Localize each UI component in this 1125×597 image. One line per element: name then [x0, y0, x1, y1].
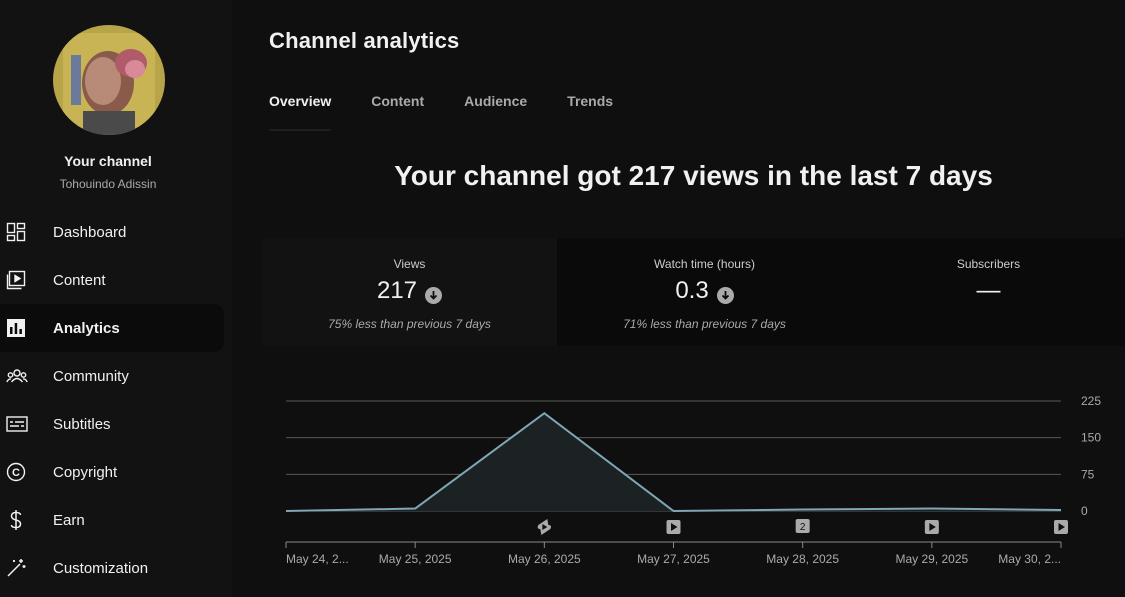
metric-comparison: 71% less than previous 7 days	[623, 317, 786, 331]
summary-headline: Your channel got 217 views in the last 7…	[394, 160, 993, 191]
metric-card-views[interactable]: Views 217 75% less than previous 7 days	[262, 238, 557, 346]
analytics-icon	[6, 316, 40, 340]
community-icon	[6, 364, 40, 388]
earn-icon	[6, 508, 40, 532]
subtitles-icon	[6, 412, 40, 436]
x-tick-label: May 28, 2025	[766, 552, 839, 566]
sidebar-item-analytics[interactable]: Analytics	[0, 304, 224, 352]
sidebar-item-label: Content	[53, 271, 106, 289]
copyright-icon: C	[6, 460, 40, 484]
sidebar-item-label: Analytics	[53, 319, 120, 337]
sidebar-item-copyright[interactable]: C Copyright	[0, 448, 224, 496]
avatar[interactable]	[53, 25, 165, 135]
svg-text:C: C	[12, 467, 20, 479]
sidebar-item-label: Community	[53, 367, 129, 385]
series-area	[286, 413, 1061, 511]
sidebar-item-community[interactable]: Community	[0, 352, 224, 400]
metric-value-row: 0.3	[557, 277, 852, 305]
metric-cards: Views 217 75% less than previous 7 days …	[262, 238, 1125, 346]
x-tick-label: May 24, 2...	[286, 552, 349, 566]
tab-overview[interactable]: Overview	[269, 93, 332, 131]
sidebar-item-label: Copyright	[53, 463, 118, 481]
sidebar-item-label: Dashboard	[53, 223, 127, 241]
channel-title: Your channel	[64, 153, 152, 169]
y-tick-label: 75	[1081, 467, 1095, 481]
tab-content[interactable]: Content	[371, 93, 424, 131]
metric-comparison: 75% less than previous 7 days	[328, 317, 491, 331]
y-tick-label: 225	[1081, 394, 1101, 408]
tab-audience[interactable]: Audience	[464, 93, 527, 131]
dashboard-icon	[6, 220, 40, 244]
metric-value: —	[976, 277, 1001, 304]
sidebar-item-customization[interactable]: Customization	[0, 544, 224, 592]
sidebar-item-content[interactable]: Content	[0, 256, 224, 304]
metric-label: Subscribers	[956, 257, 1021, 271]
sidebar-item-label: Subtitles	[53, 415, 111, 433]
channel-name: Tohouindo Adissin	[59, 177, 157, 191]
tab-trends[interactable]: Trends	[567, 93, 613, 131]
sidebar-item-subtitles[interactable]: Subtitles	[0, 400, 224, 448]
metric-card-subscribers[interactable]: Subscribers —	[852, 238, 1125, 346]
content-icon	[6, 268, 40, 292]
sidebar-item-label: Earn	[53, 511, 85, 529]
chart-svg: 225 150 75 0 May 24, 2... May 25, 2025 May 26,…	[285, 394, 1101, 566]
arrow-down-circle-icon	[425, 283, 443, 304]
customization-icon	[6, 556, 40, 580]
x-tick-label: May 29, 2025	[895, 552, 968, 566]
metric-card-watch-time[interactable]: Watch time (hours) 0.3 71% less than pre…	[557, 238, 852, 346]
metric-label: Watch time (hours)	[654, 257, 755, 271]
upload-count-label: 2	[800, 522, 806, 533]
sidebar-item-label: Customization	[53, 559, 149, 577]
arrow-down-circle-icon	[716, 283, 734, 304]
y-tick-label: 150	[1081, 431, 1101, 445]
x-tick-label: May 30, 2...	[998, 552, 1061, 566]
metric-value-row: —	[852, 277, 1125, 305]
metric-label: Views	[393, 257, 426, 271]
series-line	[285, 411, 1062, 513]
x-tick-label: May 26, 2025	[508, 552, 581, 566]
sidebar-item-dashboard[interactable]: Dashboard	[0, 208, 224, 256]
page-title: Channel analytics	[269, 28, 460, 53]
x-tick-label: May 25, 2025	[379, 552, 452, 566]
metric-value-row: 217	[262, 277, 557, 305]
metric-value: 0.3	[675, 277, 709, 304]
x-tick-label: May 27, 2025	[637, 552, 710, 566]
sidebar-item-earn[interactable]: Earn	[0, 496, 224, 544]
tab-bar: Overview Content Audience Trends	[269, 93, 653, 131]
sidebar: Your channel Tohouindo Adissin Dashboard…	[0, 0, 232, 597]
y-tick-label: 0	[1081, 504, 1088, 518]
views-chart: 225 150 75 0 May 24, 2... May 25, 2025 May 26,…	[262, 380, 1125, 597]
metric-value: 217	[376, 277, 418, 304]
